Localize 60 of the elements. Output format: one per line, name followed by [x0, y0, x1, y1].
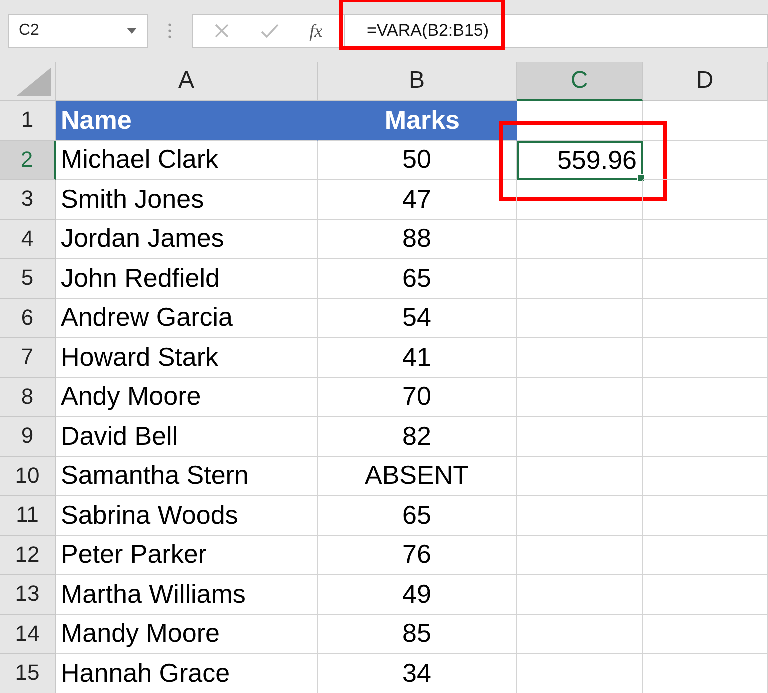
- select-all-button[interactable]: [0, 62, 56, 101]
- table-cell: 65: [318, 259, 517, 298]
- corner-triangle-icon: [17, 68, 51, 96]
- table-cell: Martha Williams: [56, 575, 318, 614]
- table-cell: Name: [56, 101, 318, 140]
- row-header[interactable]: 5: [0, 259, 56, 298]
- table-cell: 41: [318, 338, 517, 378]
- table-cell: Peter Parker: [56, 536, 318, 575]
- table-cell: 82: [318, 417, 517, 456]
- row-header[interactable]: 6: [0, 298, 56, 338]
- column-header[interactable]: D: [643, 62, 768, 101]
- row-header[interactable]: 4: [0, 220, 56, 259]
- fill-handle[interactable]: [637, 174, 645, 182]
- table-cell: Marks: [318, 101, 517, 140]
- row-header[interactable]: 8: [0, 378, 56, 417]
- caret-icon: [127, 28, 137, 34]
- table-cell: ABSENT: [318, 456, 517, 496]
- table-cell: Hannah Grace: [56, 654, 318, 693]
- table-cell: John Redfield: [56, 259, 318, 298]
- row-header[interactable]: 2: [0, 140, 56, 180]
- table-cell: Andy Moore: [56, 378, 318, 417]
- row-header[interactable]: 11: [0, 496, 56, 536]
- row-header[interactable]: 15: [0, 654, 56, 693]
- table-cell: David Bell: [56, 417, 318, 456]
- row-header[interactable]: 12: [0, 536, 56, 575]
- table-cell: 49: [318, 575, 517, 614]
- table-cell: 54: [318, 298, 517, 338]
- drag-handle-icon[interactable]: [168, 23, 172, 39]
- table-cell: 85: [318, 614, 517, 654]
- table-cell: 34: [318, 654, 517, 693]
- table-cell: 50: [318, 140, 517, 180]
- table-cell: Michael Clark: [56, 140, 318, 180]
- name-box[interactable]: C2: [8, 14, 148, 48]
- table-cell: 65: [318, 496, 517, 536]
- table-cell: Sabrina Woods: [56, 496, 318, 536]
- table-cell: 47: [318, 180, 517, 220]
- table-cell: Smith Jones: [56, 180, 318, 220]
- row-header[interactable]: 9: [0, 417, 56, 456]
- row-header[interactable]: 1: [0, 101, 56, 140]
- column-header[interactable]: A: [56, 62, 318, 101]
- table-cell: 88: [318, 220, 517, 259]
- insert-function-button[interactable]: fx: [310, 20, 323, 42]
- check-icon[interactable]: [260, 24, 279, 38]
- row-header[interactable]: 14: [0, 614, 56, 654]
- table-cell: Howard Stark: [56, 338, 318, 378]
- column-header[interactable]: B: [318, 62, 517, 101]
- table-cell: 76: [318, 536, 517, 575]
- cancel-icon[interactable]: [214, 23, 230, 39]
- formula-input[interactable]: =VARA(B2:B15): [367, 21, 490, 41]
- row-header[interactable]: 3: [0, 180, 56, 220]
- row-header[interactable]: 10: [0, 456, 56, 496]
- table-cell: Andrew Garcia: [56, 298, 318, 338]
- column-header[interactable]: C: [517, 62, 643, 101]
- table-cell: Mandy Moore: [56, 614, 318, 654]
- row-header[interactable]: 7: [0, 338, 56, 378]
- row-header[interactable]: 13: [0, 575, 56, 614]
- table-cell: 559.96: [557, 144, 637, 176]
- table-cell: Samantha Stern: [56, 456, 318, 496]
- table-cell: Jordan James: [56, 220, 318, 259]
- table-cell: 70: [318, 378, 517, 417]
